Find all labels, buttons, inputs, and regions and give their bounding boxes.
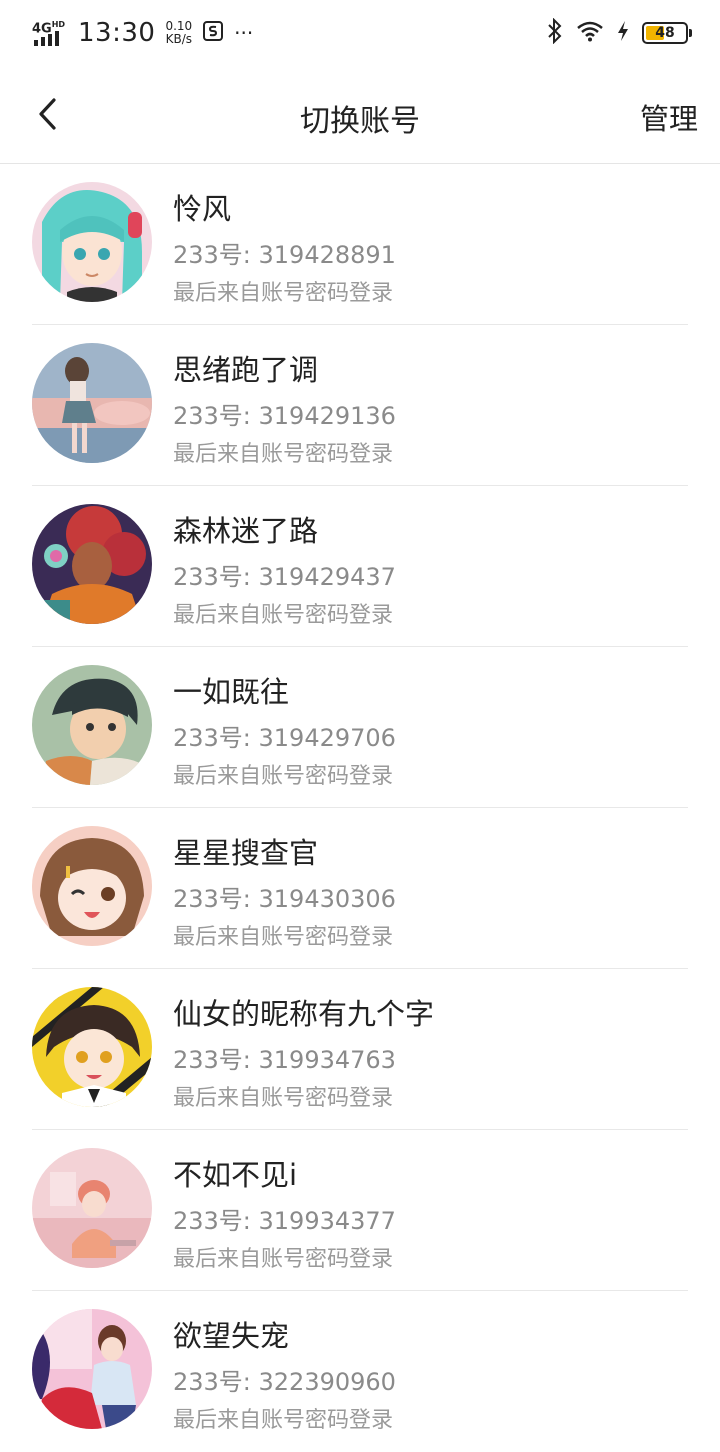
account-item[interactable]: 不如不见i 233号: 319934377 最后来自账号密码登录	[0, 1130, 720, 1291]
wifi-icon	[576, 20, 604, 46]
charging-icon	[616, 20, 630, 46]
more-notifications-icon: ···	[234, 21, 254, 45]
avatar	[32, 826, 152, 946]
login-method: 最后来自账号密码登录	[173, 925, 394, 950]
login-method: 最后来自账号密码登录	[173, 1408, 394, 1433]
network-speed: 0.10 KB/s	[165, 19, 193, 46]
account-name: 思绪跑了调	[173, 353, 319, 387]
screenshot-notification-icon	[202, 20, 224, 47]
login-method: 最后来自账号密码登录	[173, 603, 394, 628]
account-uid: 233号: 319429706	[173, 724, 396, 752]
manage-button[interactable]: 管理	[640, 96, 698, 138]
clock: 13:30	[78, 18, 156, 48]
account-name: 森林迷了路	[173, 514, 319, 548]
nav-header: 切换账号 管理	[0, 66, 720, 164]
signal-icon: 4GHD	[32, 18, 68, 48]
account-item[interactable]: 星星搜查官 233号: 319430306 最后来自账号密码登录	[0, 808, 720, 969]
bluetooth-icon	[546, 17, 564, 48]
avatar	[32, 987, 152, 1107]
login-method: 最后来自账号密码登录	[173, 1247, 394, 1272]
avatar	[32, 504, 152, 624]
account-item[interactable]: 怜风 233号: 319428891 最后来自账号密码登录	[0, 164, 720, 325]
battery-icon: 48	[642, 22, 692, 44]
account-uid: 233号: 319934377	[173, 1207, 396, 1235]
account-uid: 233号: 319429437	[173, 563, 396, 591]
avatar	[32, 182, 152, 302]
account-uid: 233号: 322390960	[173, 1368, 396, 1396]
status-left: 4GHD 13:30 0.10 KB/s ···	[32, 18, 253, 48]
account-name: 仙女的昵称有九个字	[173, 997, 435, 1031]
account-item[interactable]: 一如既往 233号: 319429706 最后来自账号密码登录	[0, 647, 720, 808]
account-item[interactable]: 仙女的昵称有九个字 233号: 319934763 最后来自账号密码登录	[0, 969, 720, 1130]
page-title: 切换账号	[300, 104, 420, 139]
login-method: 最后来自账号密码登录	[173, 442, 394, 467]
account-uid: 233号: 319429136	[173, 402, 396, 430]
account-name: 星星搜查官	[173, 836, 319, 870]
status-right: 48	[546, 17, 692, 48]
battery-level: 48	[655, 25, 675, 41]
status-bar: 4GHD 13:30 0.10 KB/s ··· 48	[0, 0, 720, 66]
avatar	[32, 665, 152, 785]
avatar	[32, 343, 152, 463]
account-uid: 233号: 319430306	[173, 885, 396, 913]
account-list: 怜风 233号: 319428891 最后来自账号密码登录 思绪跑了调 233号…	[0, 164, 720, 1452]
account-name: 欲望失宠	[173, 1319, 290, 1353]
account-uid: 233号: 319934763	[173, 1046, 396, 1074]
account-name: 怜风	[173, 192, 232, 226]
login-method: 最后来自账号密码登录	[173, 764, 394, 789]
account-name: 一如既往	[173, 675, 290, 709]
login-method: 最后来自账号密码登录	[173, 1086, 394, 1111]
account-item[interactable]: 思绪跑了调 233号: 319429136 最后来自账号密码登录	[0, 325, 720, 486]
avatar	[32, 1309, 152, 1429]
account-item[interactable]: 欲望失宠 233号: 322390960 最后来自账号密码登录	[0, 1291, 720, 1452]
login-method: 最后来自账号密码登录	[173, 281, 394, 306]
account-uid: 233号: 319428891	[173, 241, 396, 269]
account-item[interactable]: 森林迷了路 233号: 319429437 最后来自账号密码登录	[0, 486, 720, 647]
account-name: 不如不见i	[173, 1158, 298, 1192]
avatar	[32, 1148, 152, 1268]
